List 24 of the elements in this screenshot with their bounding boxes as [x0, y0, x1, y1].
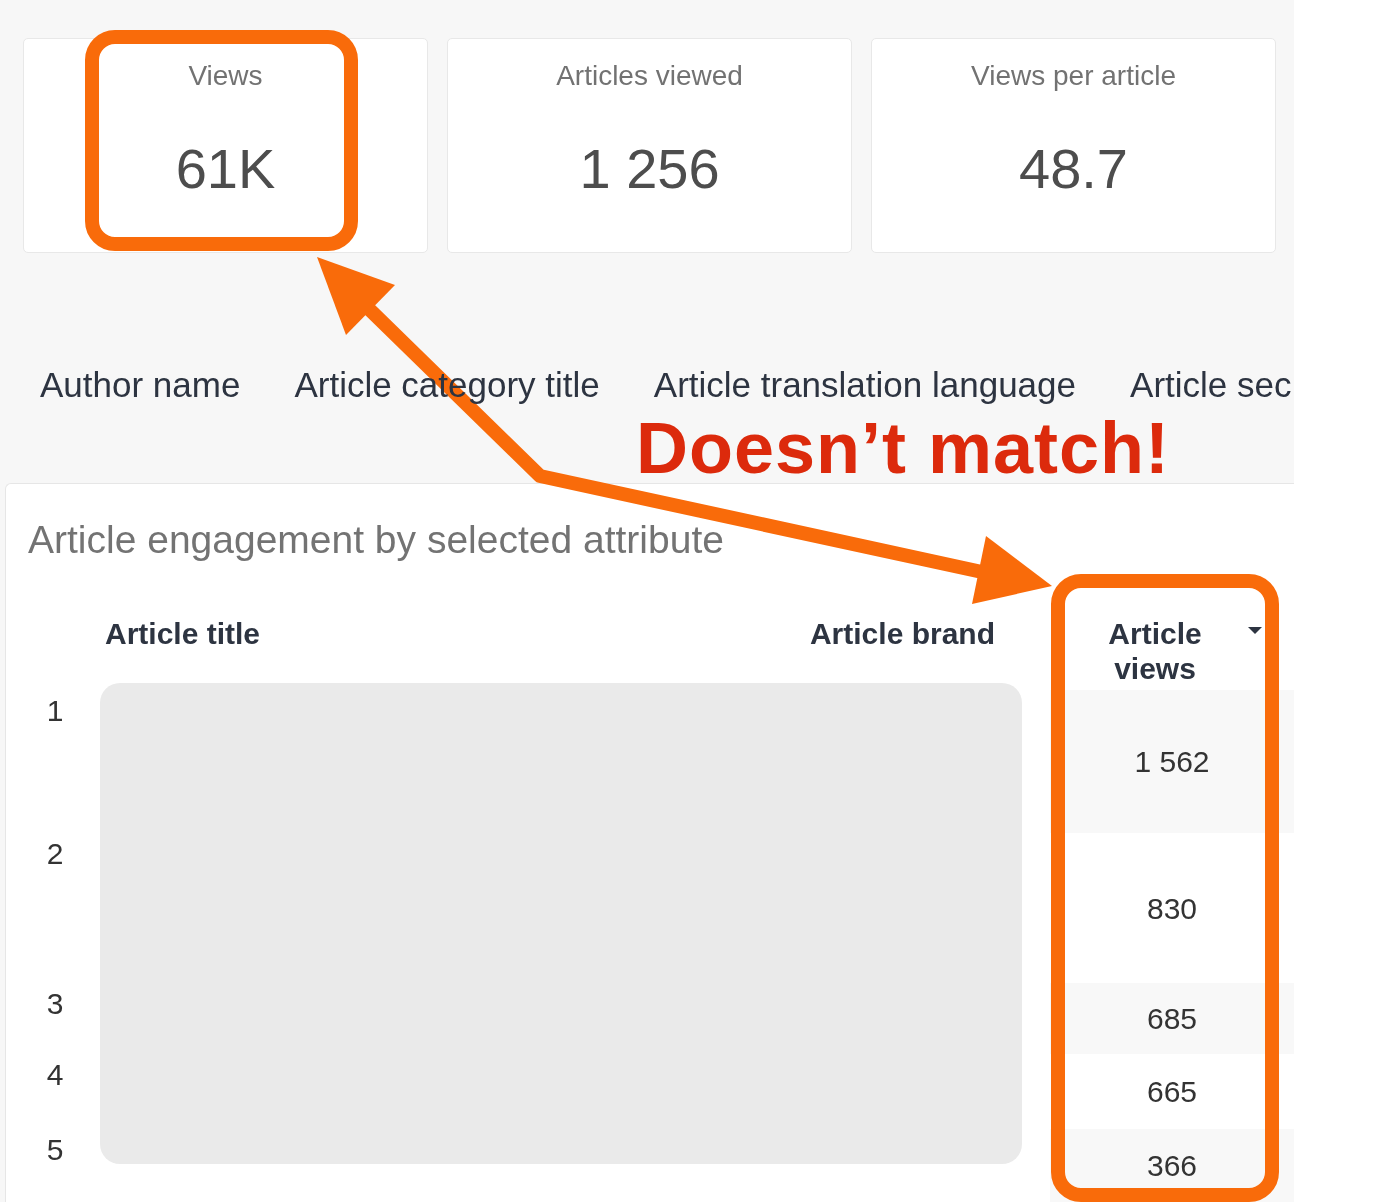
- row-number: 4: [46, 1057, 64, 1092]
- attribute-tab[interactable]: Article sec: [1130, 365, 1292, 405]
- view-count: 685: [1146, 1001, 1198, 1036]
- stat-label: Views per article: [971, 60, 1176, 92]
- attribute-tab[interactable]: Author name: [40, 365, 241, 405]
- annotation-label: Doesn’t match!: [636, 412, 1171, 484]
- row-number: 2: [46, 836, 64, 871]
- panel-title: Article engagement by selected attribute: [28, 518, 724, 562]
- column-header[interactable]: Article views: [1090, 616, 1262, 686]
- attribute-tab[interactable]: Article translation language: [653, 365, 1077, 405]
- column-header[interactable]: Article brand: [809, 616, 995, 651]
- view-count: 366: [1146, 1148, 1198, 1183]
- stat-label: Views: [188, 60, 263, 92]
- stat-value: 48.7: [1019, 137, 1128, 201]
- row-number: 5: [46, 1132, 64, 1167]
- row-number: 3: [46, 986, 64, 1021]
- view-count: 830: [1146, 890, 1198, 926]
- stat-value: 61K: [175, 137, 276, 201]
- view-count: 1 562: [1134, 744, 1210, 779]
- column-header[interactable]: Article title: [105, 616, 261, 651]
- row-number: 1: [46, 693, 64, 728]
- stat-value: 1 256: [579, 137, 720, 201]
- view-count: 665: [1146, 1074, 1198, 1109]
- stat-label: Articles viewed: [556, 60, 743, 92]
